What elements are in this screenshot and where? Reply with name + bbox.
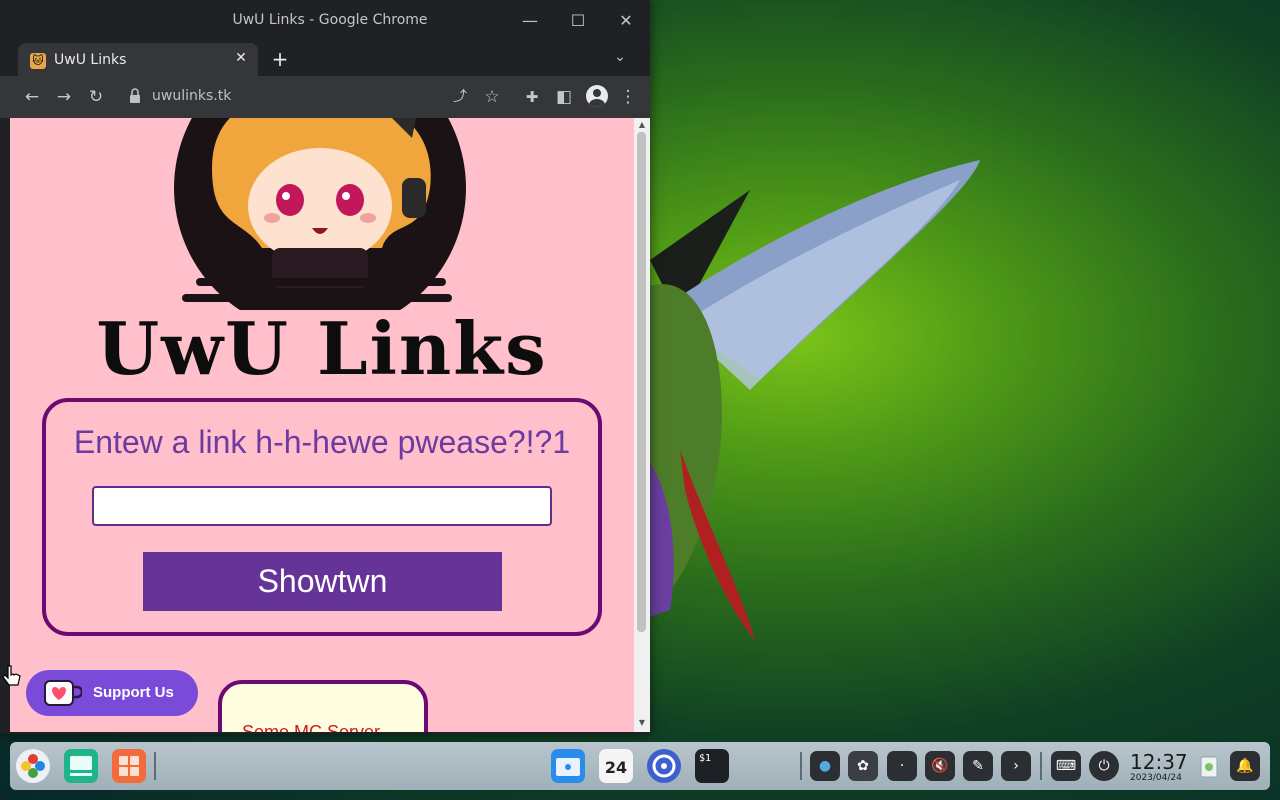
taskbar-separator [800,752,802,780]
taskbar-separator [154,752,156,780]
taskbar-separator [1040,752,1042,780]
tab-search-icon[interactable]: ⌄ [610,49,630,65]
settings-icon[interactable] [647,749,681,783]
share-icon[interactable]: ⤴ [448,85,472,109]
side-panel-icon[interactable]: ◧ [552,85,576,109]
minimize-icon[interactable]: — [518,9,542,33]
clock-date: 2023/04/24 [1130,773,1182,783]
chrome-window: UwU Links - Google Chrome — ☐ ✕ 🐱 UwU Li… [0,0,650,734]
new-tab-icon[interactable]: + [268,47,292,71]
address-bar[interactable]: uwulinks.tk [152,88,231,104]
app-store-icon[interactable] [112,749,146,783]
profile-avatar-icon[interactable] [586,85,608,107]
browser-toolbar: ← → ↻ uwulinks.tk ⤴ ☆ ✚ ◧ ⋮ [0,76,650,118]
clock-time[interactable]: 12:37 [1130,750,1188,774]
keyboard-icon[interactable]: ⌨ [1051,751,1081,781]
menu-icon[interactable]: ⋮ [616,85,640,109]
support-us-label: Support Us [93,684,174,701]
extensions-icon[interactable]: ✚ [520,85,544,109]
calendar-icon[interactable]: 24 [599,749,633,783]
tab-strip: 🐱 UwU Links ✕ + ⌄ [0,42,650,77]
lock-icon[interactable] [128,87,142,105]
mascot-logo [174,118,466,310]
terminal-glyph: $1 [699,753,712,764]
terminal-icon[interactable]: $1 [695,749,729,783]
taskbar: 24 $1 ● ✿ · 🔇 ✎ › ⌨ ⏻ 12:37 2023/04/24 🔔 [10,742,1270,790]
trash-icon[interactable] [1192,749,1226,783]
mute-icon[interactable]: 🔇 [925,751,955,781]
shortener-card: Entew a link h-h-hewe pwease?!?1 Showtwn [42,398,602,636]
expand-tray-icon[interactable]: › [1001,751,1031,781]
favicon-icon: 🐱 [30,53,46,69]
title-bar: UwU Links - Google Chrome — ☐ ✕ [0,0,650,42]
close-icon[interactable]: ✕ [614,9,638,33]
page-viewport: UwU Links Entew a link h-h-hewe pwease?!… [10,118,634,732]
tray-app-icon[interactable]: ● [810,751,840,781]
tray-bee-icon[interactable]: ✿ [848,751,878,781]
coffee-cup-icon [44,680,82,706]
mc-server-card[interactable]: Some MC Server [218,680,428,732]
wallpaper-hummingbird [640,160,980,640]
calendar-day: 24 [604,758,628,777]
support-us-button[interactable]: Support Us [26,670,198,716]
scroll-up-icon[interactable]: ▲ [634,120,650,129]
tray-status-icon[interactable]: · [887,751,917,781]
brand-title: UwU Links [96,306,548,391]
reload-icon[interactable]: ↻ [84,85,108,109]
window-title: UwU Links - Google Chrome [232,12,428,28]
mc-server-label: Some MC Server [242,722,381,732]
shorten-button[interactable]: Showtwn [143,552,502,611]
link-prompt: Entew a link h-h-hewe pwease?!?1 [73,424,571,460]
page-scrollbar[interactable]: ▲ ▼ [634,118,650,732]
tab-title: UwU Links [54,52,127,68]
file-manager-icon[interactable] [551,749,585,783]
back-icon[interactable]: ← [20,85,44,109]
scrollbar-thumb[interactable] [637,132,646,632]
multitask-view-icon[interactable] [64,749,98,783]
tab-close-icon[interactable]: ✕ [232,50,250,66]
star-icon[interactable]: ☆ [480,85,504,109]
scroll-down-icon[interactable]: ▼ [634,718,650,727]
link-input[interactable] [92,486,552,526]
pen-icon[interactable]: ✎ [963,751,993,781]
tab-uwu-links[interactable]: 🐱 UwU Links ✕ [18,43,258,77]
power-icon[interactable]: ⏻ [1089,751,1119,781]
launcher-icon[interactable] [16,749,50,783]
maximize-icon[interactable]: ☐ [566,9,590,33]
bell-icon[interactable]: 🔔 [1230,751,1260,781]
forward-icon[interactable]: → [52,85,76,109]
hand-cursor-icon [2,665,21,686]
